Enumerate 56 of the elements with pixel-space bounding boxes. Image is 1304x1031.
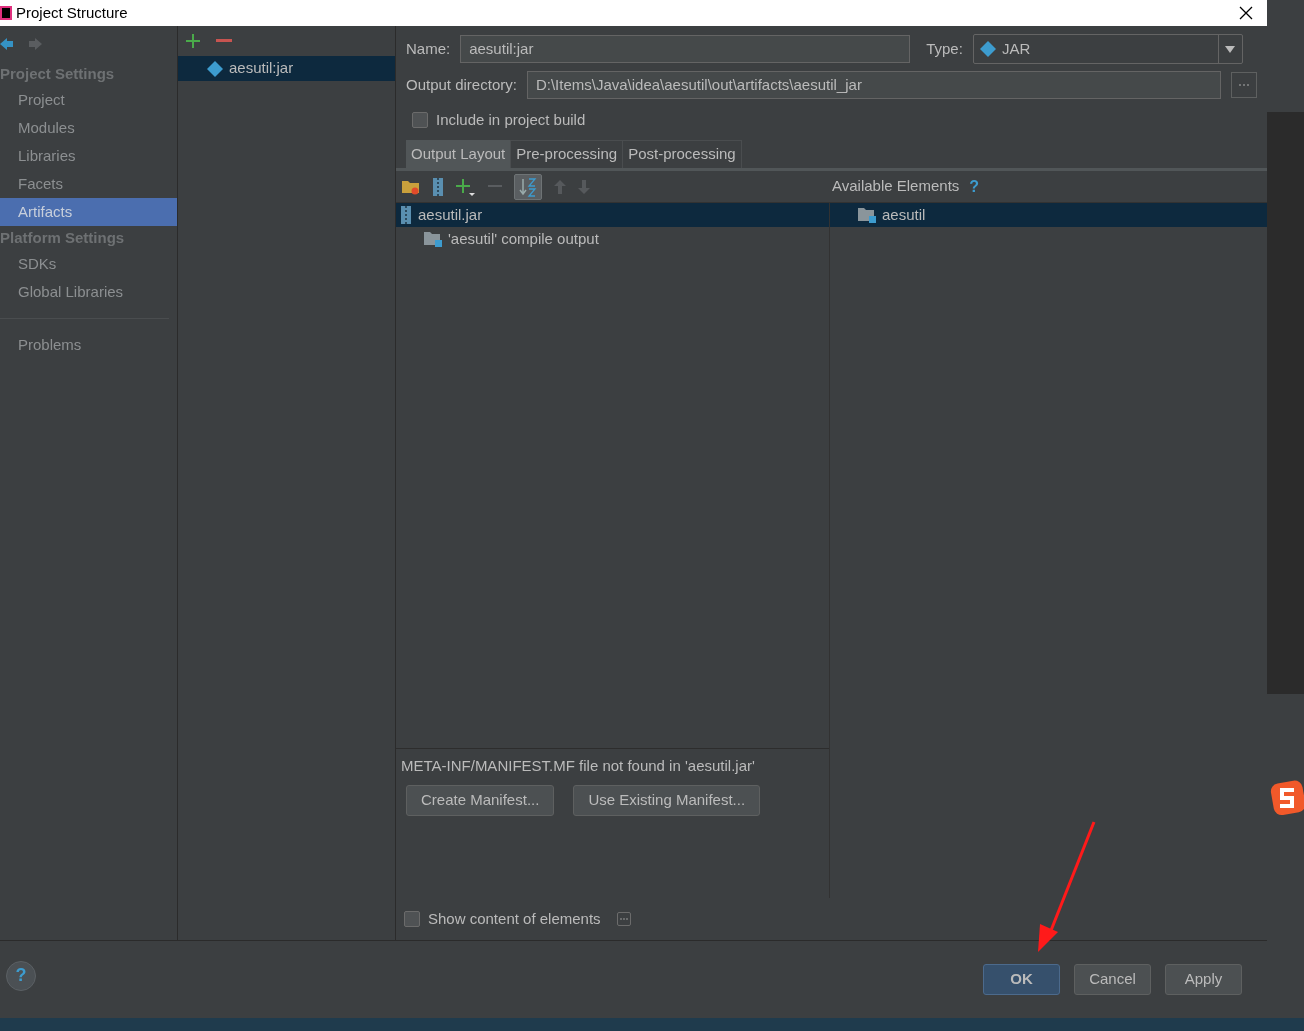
app-icon [0, 6, 12, 20]
dialog-button[interactable]: Cancel [1074, 964, 1151, 995]
more-icon[interactable] [616, 912, 631, 926]
sidebar-item[interactable]: Project [0, 86, 177, 114]
help-link[interactable]: ? [969, 174, 980, 199]
sidebar-item[interactable]: Libraries [0, 142, 177, 170]
tree-item[interactable]: 'aesutil' compile output [396, 227, 829, 251]
folder-icon [858, 207, 876, 223]
name-label: Name: [406, 38, 451, 59]
checkbox-label: Include in project build [436, 109, 586, 130]
logo-icon [1270, 780, 1304, 816]
sidebar-item[interactable]: Problems [0, 331, 177, 359]
tab[interactable]: Output Layout [406, 140, 512, 168]
checkbox-label: Show content of elements [428, 908, 601, 929]
sidebar-item[interactable]: SDKs [0, 250, 177, 278]
up-arrow-icon[interactable] [554, 179, 566, 194]
checkbox[interactable] [412, 112, 428, 128]
tree-item[interactable]: aesutil [830, 203, 1267, 227]
sidebar-item[interactable]: Artifacts [0, 198, 177, 226]
window-title: Project Structure [16, 2, 128, 23]
remove-icon[interactable] [216, 39, 232, 43]
add-dropdown-icon[interactable] [456, 177, 476, 196]
manifest-button[interactable]: Use Existing Manifest... [573, 785, 761, 816]
archive-icon [400, 206, 412, 224]
manifest-button[interactable]: Create Manifest... [406, 785, 555, 816]
sort-button[interactable] [514, 173, 542, 200]
back-arrow-icon[interactable] [0, 36, 14, 52]
artifact-item[interactable]: aesutil:jar [178, 56, 395, 81]
type-dropdown[interactable]: JAR [972, 34, 1243, 64]
help-button[interactable]: ? [6, 960, 36, 991]
panel-title: Available Elements [832, 176, 960, 197]
manifest-warning-text: META-INF/MANIFEST.MF file not found in 'aesutil.jar' [401, 755, 756, 776]
folder-icon [424, 231, 442, 247]
diamond-icon [207, 60, 223, 77]
type-label: Type: [926, 38, 963, 59]
output-directory-label: Output directory: [406, 74, 517, 95]
name-field[interactable]: aesutil:jar [460, 35, 911, 63]
add-icon[interactable] [186, 34, 200, 48]
folder-star-icon[interactable] [402, 178, 420, 195]
forward-arrow-icon[interactable] [28, 36, 42, 52]
sidebar-item[interactable]: Facets [0, 170, 177, 198]
archive-icon[interactable] [432, 177, 444, 196]
browse-icon[interactable] [1231, 72, 1257, 98]
close-icon[interactable] [1239, 6, 1253, 20]
checkbox[interactable] [404, 911, 420, 927]
diamond-icon [979, 41, 996, 57]
dropdown-caret-icon [1225, 45, 1236, 53]
sidebar-item[interactable]: Modules [0, 114, 177, 142]
dialog-button[interactable]: Apply [1165, 964, 1242, 995]
tab[interactable]: Pre-processing [511, 140, 624, 168]
tab[interactable]: Post-processing [623, 140, 742, 168]
output-directory-field[interactable]: D:\Items\Java\idea\aesutil\out\artifacts\aesutil_jar [526, 71, 1221, 99]
sidebar-item[interactable]: Global Libraries [0, 278, 177, 306]
dialog-button[interactable]: OK [983, 964, 1060, 995]
tree-item[interactable]: aesutil.jar [396, 203, 829, 227]
down-arrow-icon[interactable] [578, 179, 590, 194]
